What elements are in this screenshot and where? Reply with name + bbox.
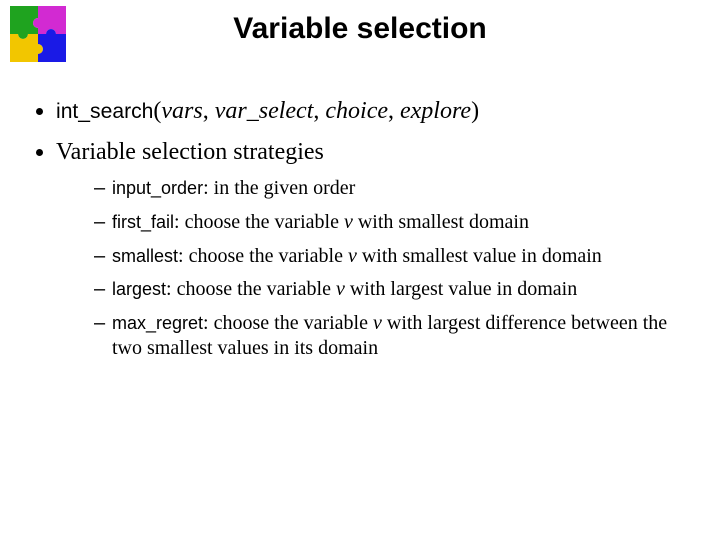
sub-item: input_order: in the given order bbox=[94, 176, 692, 202]
sub-item: largest: choose the variable v with larg… bbox=[94, 277, 692, 303]
fn-name: int_search bbox=[56, 100, 153, 123]
slide-title: Variable selection bbox=[0, 12, 720, 46]
slide-body: int_search(vars, var_select, choice, exp… bbox=[28, 96, 692, 372]
sub-item: max_regret: choose the variable v with l… bbox=[94, 311, 692, 362]
sub-item: first_fail: choose the variable v with s… bbox=[94, 210, 692, 236]
bullet-strategies: Variable selection strategies input_orde… bbox=[56, 137, 692, 362]
bullet-int-search: int_search(vars, var_select, choice, exp… bbox=[56, 96, 692, 127]
sub-item: smallest: choose the variable v with sma… bbox=[94, 244, 692, 270]
